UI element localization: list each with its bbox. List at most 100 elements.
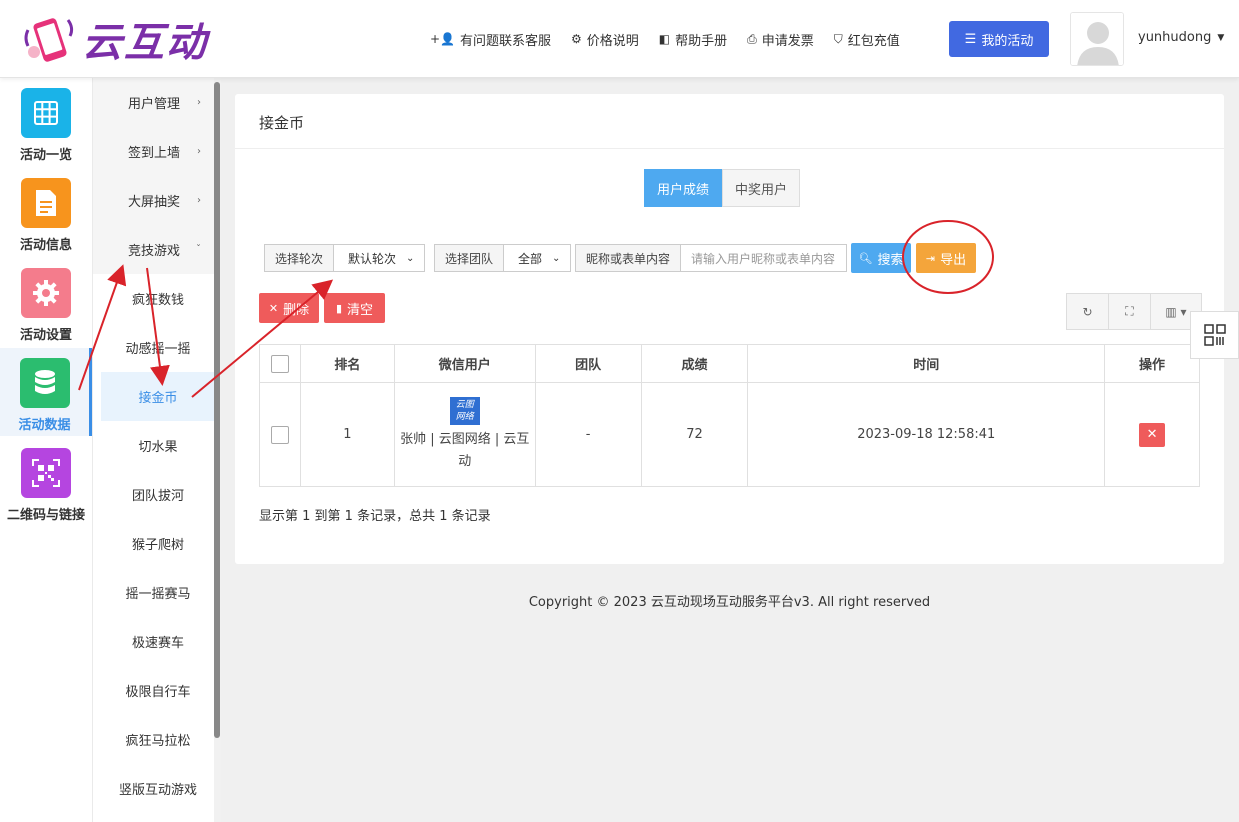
- submenu-item[interactable]: 切水果: [101, 421, 215, 470]
- search-icon: 🔍︎: [858, 251, 873, 265]
- team-select[interactable]: 全部 ⌄: [504, 245, 566, 271]
- time-cell: 2023-09-18 12:58:41: [747, 382, 1106, 487]
- select-all-checkbox[interactable]: [270, 354, 289, 373]
- chevron-down-icon: ⌄: [552, 252, 561, 264]
- shield-check-icon: ⛉: [833, 31, 843, 46]
- table-toolbar: ↻ ⛶ ▥ ▾: [1066, 293, 1202, 330]
- table-header-row: 排名 微信用户 团队 成绩 时间 操作: [259, 344, 1200, 383]
- grid-icon: [21, 88, 71, 138]
- close-icon: ✕: [268, 301, 279, 315]
- recharge-link[interactable]: ⛉ 红包充值: [834, 30, 900, 49]
- row-select-cell: [259, 382, 301, 487]
- chevron-right-icon: ›: [197, 97, 201, 108]
- row-delete-button[interactable]: ✕: [1139, 422, 1166, 447]
- qrcode-icon: [21, 448, 71, 498]
- submenu-group-lottery[interactable]: 大屏抽奖 ›: [93, 176, 215, 225]
- page-title: 接金币: [259, 114, 305, 132]
- pricing-link[interactable]: ⚙ 价格说明: [571, 30, 639, 49]
- chevron-down-icon: ˇ: [196, 244, 201, 255]
- user-menu[interactable]: yunhudong ▼: [1138, 30, 1224, 45]
- submenu-item[interactable]: 极限自行车: [101, 666, 215, 715]
- column-header-team[interactable]: 团队: [534, 344, 642, 383]
- submenu-scrollbar-thumb[interactable]: [214, 82, 220, 738]
- invoice-link[interactable]: ⎙ 申请发票: [747, 30, 814, 49]
- copyright: Copyright © 2023 云互动现场互动服务平台v3. All righ…: [528, 595, 931, 610]
- help-manual-link[interactable]: ◧ 帮助手册: [659, 30, 727, 49]
- column-header-user[interactable]: 微信用户: [393, 344, 536, 383]
- avatar[interactable]: [1070, 12, 1124, 66]
- user-name: 张帅 | 云图网络 | 云互动: [400, 431, 530, 469]
- delete-button[interactable]: ✕ 删除: [259, 293, 319, 323]
- logo[interactable]: 云互动: [20, 10, 208, 68]
- rail-item-info[interactable]: 活动信息: [0, 168, 92, 256]
- rail-item-qrcode[interactable]: 二维码与链接: [0, 438, 92, 526]
- my-activity-button[interactable]: ☰ 我的活动: [949, 21, 1049, 57]
- row-checkbox[interactable]: [270, 425, 289, 444]
- submenu-item-active[interactable]: 接金币: [101, 372, 215, 421]
- list-icon: ☰: [964, 31, 977, 47]
- round-filter: 选择轮次 默认轮次 ⌄: [264, 244, 425, 272]
- main-panel: 接金币 用户成绩 中奖用户 选择轮次 默认轮次 ⌄ 选择团队 全部 ⌄ 昵称或表单内…: [235, 94, 1224, 564]
- fullscreen-button[interactable]: ⛶: [1109, 294, 1151, 329]
- submenu-item[interactable]: 猴子爬树: [101, 519, 215, 568]
- submenu-item[interactable]: 动感摇一摇: [101, 323, 215, 372]
- submenu-item[interactable]: 疯狂马拉松: [101, 715, 215, 764]
- trash-icon: ▮: [335, 301, 343, 315]
- keyword-input[interactable]: 请输入用户昵称或表单内容: [681, 245, 846, 271]
- document-icon: [21, 178, 71, 228]
- user-silhouette-icon: [1071, 13, 1123, 65]
- tab-winners[interactable]: 中奖用户: [722, 169, 801, 207]
- fullscreen-icon: ⛶: [1125, 304, 1134, 318]
- column-header-time[interactable]: 时间: [747, 344, 1106, 383]
- submenu-item[interactable]: 疯狂数钱: [101, 274, 215, 323]
- user-avatar: 云图 网络: [449, 396, 480, 425]
- chevron-right-icon: ›: [197, 146, 201, 157]
- sub-menu: 用户管理 › 签到上墙 › 大屏抽奖 › 竞技游戏 ˇ 疯狂数钱 动感摇一摇 接金币 切…: [92, 78, 221, 822]
- rail-item-settings[interactable]: 活动设置: [0, 258, 92, 346]
- rank-cell: 1: [299, 382, 395, 487]
- column-header-score[interactable]: 成绩: [640, 344, 749, 383]
- submenu-group-games[interactable]: 竞技游戏 ˇ: [93, 225, 215, 274]
- clear-button[interactable]: ▮ 清空: [324, 293, 385, 323]
- columns-icon: ▥ ▾: [1165, 304, 1187, 319]
- rail-item-data[interactable]: 活动数据: [0, 348, 92, 436]
- top-links: +👤 有问题联系客服 ⚙ 价格说明 ◧ 帮助手册 ⎙ 申请发票 ⛉ 红包充值: [430, 28, 920, 50]
- floating-qrcode-button[interactable]: [1190, 311, 1239, 359]
- round-select[interactable]: 默认轮次 ⌄: [334, 245, 420, 271]
- printer-icon: ⎙: [747, 31, 757, 46]
- export-button[interactable]: ⇥ 导出: [916, 243, 976, 273]
- rail-item-overview[interactable]: 活动一览: [0, 78, 92, 166]
- submenu-item[interactable]: 竖版互动游戏: [101, 764, 215, 813]
- submenu-item[interactable]: 团队拔河: [101, 470, 215, 519]
- icon-rail: 活动一览 活动信息 活动设置 活动数据 二维码与链接: [0, 78, 92, 822]
- team-filter: 选择团队 全部 ⌄: [434, 244, 571, 272]
- qrcode-icon: [1203, 324, 1226, 346]
- refresh-button[interactable]: ↻: [1067, 294, 1109, 329]
- round-filter-label: 选择轮次: [265, 245, 335, 271]
- column-header-rank[interactable]: 排名: [299, 344, 395, 383]
- database-icon: [19, 358, 70, 408]
- submenu-item[interactable]: 摇一摇赛马: [101, 568, 215, 617]
- submenu-item[interactable]: 极速赛车: [101, 617, 215, 666]
- caret-down-icon: ▼: [1217, 32, 1225, 43]
- tab-user-scores[interactable]: 用户成绩: [644, 169, 723, 207]
- keyword-filter: 昵称或表单内容 请输入用户昵称或表单内容: [575, 244, 847, 272]
- column-header-action: 操作: [1104, 344, 1200, 383]
- phone-logo-icon: [24, 18, 74, 62]
- export-icon: ⇥: [925, 251, 936, 265]
- team-filter-label: 选择团队: [435, 245, 505, 271]
- pagination-info: 显示第 1 到第 1 条记录，总共 1 条记录: [259, 509, 491, 524]
- contact-support-link[interactable]: +👤 有问题联系客服: [430, 30, 551, 49]
- submenu-group-signin[interactable]: 签到上墙 ›: [93, 127, 215, 176]
- submenu-group-users[interactable]: 用户管理 ›: [93, 78, 215, 127]
- team-cell: -: [534, 382, 642, 487]
- scores-table: 排名 微信用户 团队 成绩 时间 操作 1 云图 网络 张帅 | 云图网络 | 云…: [259, 344, 1200, 487]
- table-row: 1 云图 网络 张帅 | 云图网络 | 云互动 - 72 2023-09-18 1…: [259, 382, 1200, 487]
- divider: [235, 148, 1224, 149]
- search-button[interactable]: 🔍︎ 搜索: [851, 243, 911, 273]
- brand-name: 云互动: [82, 20, 208, 66]
- book-icon: ◧: [658, 32, 671, 46]
- chevron-down-icon: ⌄: [406, 252, 415, 264]
- select-all-cell: [259, 344, 301, 383]
- result-tabs: 用户成绩 中奖用户: [644, 169, 801, 207]
